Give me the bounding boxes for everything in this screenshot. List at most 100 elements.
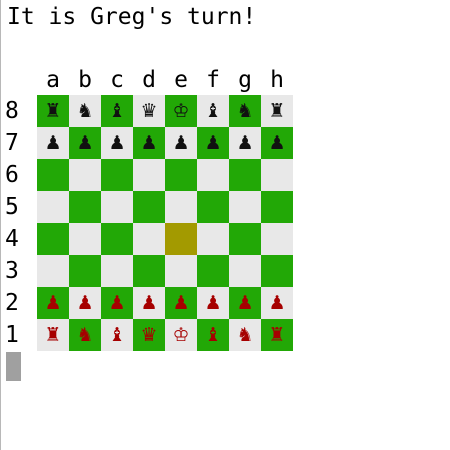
square-a4[interactable] <box>37 223 69 255</box>
square-a5[interactable] <box>37 191 69 223</box>
rank-label-5: 5 <box>5 194 19 220</box>
square-c6[interactable] <box>101 159 133 191</box>
square-e4[interactable] <box>165 223 197 255</box>
square-g3[interactable] <box>229 255 261 287</box>
square-b6[interactable] <box>69 159 101 191</box>
red-pawn-piece[interactable]: ♟ <box>204 293 221 313</box>
square-h8[interactable]: ♜ <box>261 95 293 127</box>
square-c7[interactable]: ♟ <box>101 127 133 159</box>
square-e1[interactable]: ♔ <box>165 319 197 351</box>
black-rook-piece[interactable]: ♜ <box>268 101 285 121</box>
square-a6[interactable] <box>37 159 69 191</box>
black-pawn-piece[interactable]: ♟ <box>44 133 61 153</box>
square-h7[interactable]: ♟ <box>261 127 293 159</box>
square-e3[interactable] <box>165 255 197 287</box>
square-e6[interactable] <box>165 159 197 191</box>
black-pawn-piece[interactable]: ♟ <box>108 133 125 153</box>
square-e8[interactable]: ♔ <box>165 95 197 127</box>
square-d5[interactable] <box>133 191 165 223</box>
square-b1[interactable]: ♞ <box>69 319 101 351</box>
red-knight-piece[interactable]: ♞ <box>76 325 93 345</box>
square-h5[interactable] <box>261 191 293 223</box>
square-f6[interactable] <box>197 159 229 191</box>
black-queen-piece[interactable]: ♛ <box>140 101 157 121</box>
square-d4[interactable] <box>133 223 165 255</box>
square-d8[interactable]: ♛ <box>133 95 165 127</box>
square-c8[interactable]: ♝ <box>101 95 133 127</box>
square-a8[interactable]: ♜ <box>37 95 69 127</box>
black-pawn-piece[interactable]: ♟ <box>268 133 285 153</box>
rank-labels: 8 7 6 5 4 3 2 1 <box>5 95 31 351</box>
black-pawn-piece[interactable]: ♟ <box>236 133 253 153</box>
red-rook-piece[interactable]: ♜ <box>44 325 61 345</box>
red-rook-piece[interactable]: ♜ <box>268 325 285 345</box>
black-pawn-piece[interactable]: ♟ <box>204 133 221 153</box>
square-d3[interactable] <box>133 255 165 287</box>
black-bishop-piece[interactable]: ♝ <box>108 101 125 121</box>
red-pawn-piece[interactable]: ♟ <box>172 293 189 313</box>
square-g8[interactable]: ♞ <box>229 95 261 127</box>
square-d7[interactable]: ♟ <box>133 127 165 159</box>
square-f2[interactable]: ♟ <box>197 287 229 319</box>
red-bishop-piece[interactable]: ♝ <box>108 325 125 345</box>
black-bishop-piece[interactable]: ♝ <box>204 101 221 121</box>
square-f7[interactable]: ♟ <box>197 127 229 159</box>
square-f1[interactable]: ♝ <box>197 319 229 351</box>
square-a2[interactable]: ♟ <box>37 287 69 319</box>
black-pawn-piece[interactable]: ♟ <box>172 133 189 153</box>
red-knight-piece[interactable]: ♞ <box>236 325 253 345</box>
red-bishop-piece[interactable]: ♝ <box>204 325 221 345</box>
square-f3[interactable] <box>197 255 229 287</box>
red-queen-piece[interactable]: ♛ <box>140 325 157 345</box>
square-b3[interactable] <box>69 255 101 287</box>
square-f5[interactable] <box>197 191 229 223</box>
red-pawn-piece[interactable]: ♟ <box>108 293 125 313</box>
square-c3[interactable] <box>101 255 133 287</box>
red-pawn-piece[interactable]: ♟ <box>268 293 285 313</box>
black-pawn-piece[interactable]: ♟ <box>140 133 157 153</box>
square-g2[interactable]: ♟ <box>229 287 261 319</box>
red-pawn-piece[interactable]: ♟ <box>236 293 253 313</box>
square-c2[interactable]: ♟ <box>101 287 133 319</box>
square-g1[interactable]: ♞ <box>229 319 261 351</box>
red-pawn-piece[interactable]: ♟ <box>76 293 93 313</box>
square-d6[interactable] <box>133 159 165 191</box>
square-g6[interactable] <box>229 159 261 191</box>
rank-label-7: 7 <box>5 130 19 156</box>
square-b5[interactable] <box>69 191 101 223</box>
square-f4[interactable] <box>197 223 229 255</box>
square-g7[interactable]: ♟ <box>229 127 261 159</box>
square-g4[interactable] <box>229 223 261 255</box>
red-king-piece[interactable]: ♔ <box>172 325 189 345</box>
square-a7[interactable]: ♟ <box>37 127 69 159</box>
black-king-piece[interactable]: ♔ <box>172 101 189 121</box>
black-knight-piece[interactable]: ♞ <box>236 101 253 121</box>
red-pawn-piece[interactable]: ♟ <box>44 293 61 313</box>
square-e5[interactable] <box>165 191 197 223</box>
square-h3[interactable] <box>261 255 293 287</box>
square-h1[interactable]: ♜ <box>261 319 293 351</box>
black-knight-piece[interactable]: ♞ <box>76 101 93 121</box>
square-c5[interactable] <box>101 191 133 223</box>
input-cursor[interactable] <box>6 352 21 381</box>
black-pawn-piece[interactable]: ♟ <box>76 133 93 153</box>
square-c4[interactable] <box>101 223 133 255</box>
square-d2[interactable]: ♟ <box>133 287 165 319</box>
square-f8[interactable]: ♝ <box>197 95 229 127</box>
square-b8[interactable]: ♞ <box>69 95 101 127</box>
square-b2[interactable]: ♟ <box>69 287 101 319</box>
square-e2[interactable]: ♟ <box>165 287 197 319</box>
square-b7[interactable]: ♟ <box>69 127 101 159</box>
square-a3[interactable] <box>37 255 69 287</box>
black-rook-piece[interactable]: ♜ <box>44 101 61 121</box>
red-pawn-piece[interactable]: ♟ <box>140 293 157 313</box>
square-a1[interactable]: ♜ <box>37 319 69 351</box>
square-e7[interactable]: ♟ <box>165 127 197 159</box>
square-h4[interactable] <box>261 223 293 255</box>
square-h6[interactable] <box>261 159 293 191</box>
square-b4[interactable] <box>69 223 101 255</box>
square-h2[interactable]: ♟ <box>261 287 293 319</box>
square-c1[interactable]: ♝ <box>101 319 133 351</box>
square-g5[interactable] <box>229 191 261 223</box>
square-d1[interactable]: ♛ <box>133 319 165 351</box>
